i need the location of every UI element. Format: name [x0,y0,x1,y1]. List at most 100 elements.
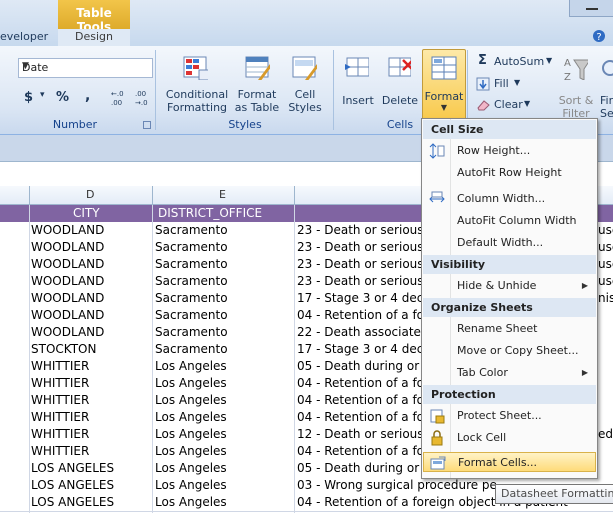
cell-district-office[interactable]: Sacramento [155,325,290,339]
find-icon [602,60,613,76]
dialog-launcher-icon[interactable] [143,121,151,129]
clear-button[interactable]: Clear ▼ [476,97,536,113]
help-icon[interactable]: ? [590,28,608,44]
number-format-select[interactable]: Date ▼ [18,58,153,78]
cell-district-office[interactable]: Los Angeles [155,410,290,424]
chevron-down-icon[interactable]: ▼ [546,56,552,65]
cell-city[interactable]: WOODLAND [31,325,151,339]
cell-district-office[interactable]: Los Angeles [155,359,290,373]
svg-text:A: A [564,58,571,69]
cell-district-office[interactable]: Sacramento [155,257,290,271]
cell-district-office[interactable]: Sacramento [155,274,290,288]
conditional-formatting-button[interactable]: Conditional Formatting [163,52,231,114]
cell-city[interactable]: WHITTIER [31,359,151,373]
cell-styles-button[interactable]: Cell Styles [283,52,327,114]
menu-label: Protect Sheet... [457,409,542,422]
menu-item-column-width[interactable]: Column Width... [423,189,596,209]
header-district-office[interactable]: DISTRICT_OFFICE [158,206,262,220]
cell-city[interactable]: LOS ANGELES [31,478,151,492]
sort-label-line1: Sort & [558,94,594,107]
cell-overflow-fragment[interactable]: use [598,274,613,288]
menu-item-format-cells[interactable]: Format Cells... [423,452,596,472]
cell-overflow-fragment[interactable]: use [598,240,613,254]
section-label: Visibility [431,258,486,271]
decrease-decimal-button[interactable]: .00 →.0 [134,88,156,108]
cell-district-office[interactable]: Los Angeles [155,376,290,390]
cell-district-office[interactable]: Los Angeles [155,444,290,458]
format-button[interactable]: Format ▼ [422,49,466,121]
cell-city[interactable]: WHITTIER [31,410,151,424]
cell-district-office[interactable]: Los Angeles [155,427,290,441]
find-select-button[interactable]: Fir Sel [598,52,613,118]
cell-district-office[interactable]: Sacramento [155,291,290,305]
column-header-d[interactable]: D [86,188,94,201]
grid-line [29,205,30,513]
minimize-icon[interactable] [570,0,613,16]
increase-decimal-button[interactable]: ←.0.00 [110,88,132,108]
format-as-table-button[interactable]: Format as Table [232,52,282,114]
menu-item-autofit-column-width[interactable]: AutoFit Column Width [423,211,596,231]
cell-city[interactable]: WOODLAND [31,240,151,254]
cell-overflow-fragment[interactable]: nis [598,291,613,305]
find-label-line2: Sel [600,107,613,118]
currency-button[interactable]: $ [24,90,33,105]
conditional-formatting-icon [183,56,208,80]
cell-overflow-fragment[interactable]: use [598,257,613,271]
menu-item-row-height[interactable]: Row Height... [423,141,596,161]
cell-district-office[interactable]: Sacramento [155,240,290,254]
cell-overflow-fragment[interactable]: edi [598,427,613,441]
menu-item-rename-sheet[interactable]: Rename Sheet [423,319,596,339]
cell-overflow-fragment[interactable]: use [598,223,613,237]
menu-section-protection: Protection [423,385,596,404]
tab-design[interactable]: Design [58,29,130,46]
window-controls[interactable] [569,0,613,17]
column-header-e[interactable]: E [219,188,226,201]
menu-item-protect-sheet[interactable]: Protect Sheet... [423,406,596,426]
menu-label: Rename Sheet [457,322,538,335]
cell-city[interactable]: WOODLAND [31,257,151,271]
cell-district-office[interactable]: Sacramento [155,342,290,356]
menu-item-tab-color[interactable]: Tab Color ▶ [423,363,596,383]
chevron-down-icon[interactable]: ▼ [524,99,530,108]
cell-district-office[interactable]: Los Angeles [155,393,290,407]
percent-button[interactable]: % [56,90,69,105]
cell-city[interactable]: WOODLAND [31,291,151,305]
cell-district-office[interactable]: Los Angeles [155,478,290,492]
cell-city[interactable]: WHITTIER [31,376,151,390]
insert-button[interactable]: Insert [338,52,378,112]
tooltip-text: Datasheet Formatting [501,487,613,500]
menu-item-default-width[interactable]: Default Width... [423,233,596,253]
tab-developer[interactable]: eveloper [0,30,48,43]
chevron-down-icon[interactable]: ▾ [40,90,45,100]
cell-city[interactable]: WHITTIER [31,427,151,441]
cell-district-office[interactable]: Los Angeles [155,495,290,509]
cell-city[interactable]: LOS ANGELES [31,461,151,475]
autosum-button[interactable]: Σ AutoSum ▼ [476,53,556,70]
menu-label: Hide & Unhide [457,279,537,292]
delete-button[interactable]: Delete [380,52,420,112]
cell-district-office[interactable]: Los Angeles [155,461,290,475]
comma-button[interactable]: , [85,88,90,104]
menu-label: Format Cells... [458,456,538,469]
cell-city[interactable]: WHITTIER [31,393,151,407]
menu-item-hide-unhide[interactable]: Hide & Unhide ▶ [423,276,596,296]
fill-button[interactable]: Fill ▼ [476,76,536,92]
header-city[interactable]: CITY [73,206,100,220]
chevron-down-icon[interactable]: ▼ [22,61,149,71]
sort-filter-button[interactable]: A Z Sort & Filter [556,52,596,120]
cell-city[interactable]: STOCKTON [31,342,151,356]
find-label-line1: Fir [600,94,613,107]
chevron-down-icon[interactable]: ▼ [514,78,520,87]
increase-decimal-icon: ←.0.00 [111,90,124,107]
cell-city[interactable]: LOS ANGELES [31,495,151,509]
cs-label-line1: Cell [294,88,316,101]
menu-item-lock-cell[interactable]: Lock Cell [423,428,596,448]
menu-item-move-copy-sheet[interactable]: Move or Copy Sheet... [423,341,596,361]
cell-city[interactable]: WOODLAND [31,274,151,288]
cell-city[interactable]: WOODLAND [31,308,151,322]
cell-city[interactable]: WHITTIER [31,444,151,458]
cell-district-office[interactable]: Sacramento [155,308,290,322]
cell-district-office[interactable]: Sacramento [155,223,290,237]
cell-city[interactable]: WOODLAND [31,223,151,237]
menu-item-autofit-row-height[interactable]: AutoFit Row Height [423,163,596,183]
